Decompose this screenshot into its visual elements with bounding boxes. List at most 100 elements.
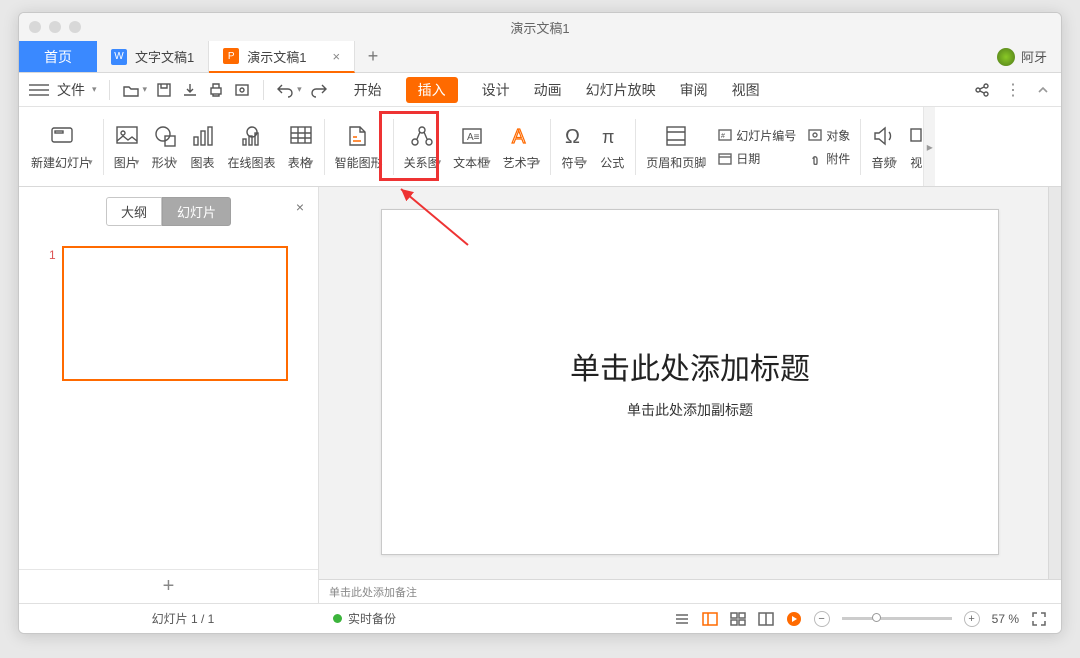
menu-design[interactable]: 设计 [482,80,510,100]
video-icon [909,123,923,149]
open-icon[interactable] [122,81,140,99]
save-icon[interactable] [155,81,173,99]
attachment-button[interactable]: 附件 [808,150,850,167]
shape-button[interactable]: 形状▾ [146,119,184,175]
chart-button[interactable]: 图表 [184,119,222,175]
menu-slideshow[interactable]: 幻灯片放映 [586,80,656,100]
symbol-button[interactable]: Ω 符号▾ [555,119,593,175]
status-bar: 幻灯片 1 / 1 实时备份 − + 57 % [19,603,1061,633]
fit-screen-icon[interactable] [1031,611,1047,627]
slides-tab[interactable]: 幻灯片 [162,197,231,226]
table-button[interactable]: 表格▾ [282,119,320,175]
menu-view[interactable]: 视图 [732,80,760,100]
symbol-icon: Ω [561,123,587,149]
svg-text:A≡: A≡ [467,132,480,143]
picture-button[interactable]: 图片▾ [108,119,146,175]
date-icon [718,151,732,165]
doc-tab-word[interactable]: W 文字文稿1 [97,41,209,72]
export-icon[interactable] [181,81,199,99]
wordart-icon: A [508,123,534,149]
normal-view-icon[interactable] [702,611,718,627]
menu-icon[interactable] [29,84,49,96]
zoom-window-icon[interactable] [69,21,81,33]
reading-view-icon[interactable] [758,611,774,627]
video-button[interactable]: 视 [903,119,923,175]
close-window-icon[interactable] [29,21,41,33]
user-account[interactable]: 阿牙 [983,41,1061,72]
home-tab[interactable]: 首页 [19,41,97,72]
close-tab-icon[interactable]: × [332,49,340,64]
print-preview-icon[interactable] [233,81,251,99]
undo-icon[interactable] [276,81,294,99]
ribbon-scroll-right[interactable]: ▸ [923,107,935,186]
object-button[interactable]: 对象 [808,127,850,144]
outline-tab[interactable]: 大纲 [106,197,162,226]
shape-icon [152,123,178,149]
audio-button[interactable]: 音频▾ [865,119,903,175]
picture-icon [114,123,140,149]
textbox-button[interactable]: A≡ 文本框▾ [447,119,497,175]
title-placeholder[interactable]: 单击此处添加标题 [570,344,810,388]
backup-status[interactable]: 实时备份 [333,610,396,627]
new-slide-button[interactable]: 新建幻灯片▾ [25,119,99,175]
avatar-icon [997,48,1015,66]
doc-tab-presentation[interactable]: P 演示文稿1 × [209,41,355,73]
menu-insert[interactable]: 插入 [406,77,458,103]
outline-view-icon[interactable] [674,611,690,627]
online-chart-button[interactable]: 在线图表 [222,119,282,175]
slide[interactable]: 单击此处添加标题 单击此处添加副标题 [381,209,999,555]
file-menu[interactable]: 文件 [57,80,85,100]
smartart-button[interactable]: 智能图形 [329,119,389,175]
relation-icon [409,123,435,149]
equation-icon: π [599,123,625,149]
svg-text:#: # [721,133,725,140]
annotation-arrow [393,187,473,253]
dropdown-icon[interactable]: ▾ [92,84,97,95]
menu-animation[interactable]: 动画 [534,80,562,100]
redo-icon[interactable] [310,81,328,99]
zoom-in-button[interactable]: + [964,611,980,627]
new-slide-icon [49,123,75,149]
slide-panel-tabs: 大纲 幻灯片 [19,187,318,236]
menu-review[interactable]: 审阅 [680,80,708,100]
relation-diagram-button[interactable]: 关系图▾ [398,119,448,175]
notes-pane[interactable]: 单击此处添加备注 [319,579,1061,603]
new-tab-button[interactable]: + [355,41,391,72]
subtitle-placeholder[interactable]: 单击此处添加副标题 [627,400,753,420]
menu-start[interactable]: 开始 [354,80,382,100]
slide-number-button[interactable]: # 幻灯片编号 [718,127,796,144]
slideshow-icon[interactable] [786,611,802,627]
header-footer-button[interactable]: 页眉和页脚 [640,119,712,175]
workspace: 大纲 幻灯片 × 1 + 单击此处添加标题 单击此处添加副标题 单击此处添加备注 [19,187,1061,603]
date-button[interactable]: 日期 [718,150,796,167]
zoom-slider[interactable] [842,617,952,620]
table-icon [288,123,314,149]
editor-area: 单击此处添加标题 单击此处添加副标题 单击此处添加备注 [319,187,1061,603]
close-panel-icon[interactable]: × [296,199,304,215]
separator [263,80,264,100]
wordart-button[interactable]: A 艺术字▾ [497,119,547,175]
more-icon[interactable]: ⋮ [1005,80,1021,100]
share-icon[interactable] [973,81,991,99]
add-slide-button[interactable]: + [19,569,318,603]
word-doc-icon: W [111,49,127,65]
slide-canvas[interactable]: 单击此处添加标题 单击此处添加副标题 [319,187,1061,579]
collapse-ribbon-icon[interactable] [1035,82,1051,98]
slide-counter: 幻灯片 1 / 1 [33,610,333,627]
equation-button[interactable]: π 公式 [593,119,631,175]
svg-text:π: π [602,127,614,147]
print-icon[interactable] [207,81,225,99]
sorter-view-icon[interactable] [730,611,746,627]
zoom-percent[interactable]: 57 % [992,612,1019,626]
app-window: 演示文稿1 首页 W 文字文稿1 P 演示文稿1 × + 阿牙 文件 ▾ ▾ ▾ [18,12,1062,634]
svg-text:Ω: Ω [565,126,580,148]
slide-panel: 大纲 幻灯片 × 1 + [19,187,319,603]
zoom-out-button[interactable]: − [814,611,830,627]
document-tabbar: 首页 W 文字文稿1 P 演示文稿1 × + 阿牙 [19,41,1061,73]
insert-ribbon: 新建幻灯片▾ 图片▾ 形状▾ 图表 在线图表 表格▾ 智能图形 [19,107,1061,187]
slide-thumbnail-1[interactable]: 1 [49,246,288,381]
chart-icon [190,123,216,149]
window-controls [29,21,81,33]
minimize-window-icon[interactable] [49,21,61,33]
zoom-thumb[interactable] [872,613,881,622]
